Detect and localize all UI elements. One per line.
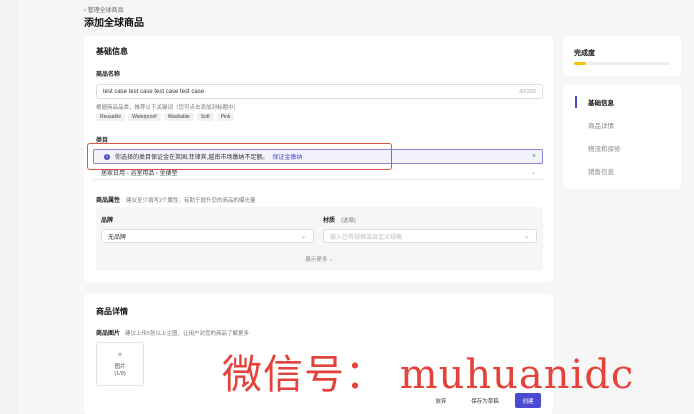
brand-value: 无品牌: [108, 234, 127, 241]
deposit-link[interactable]: 保证金缴纳: [272, 152, 302, 161]
material-optional: (选填): [341, 218, 356, 224]
material-select[interactable]: 输入已有规格或自定义规格 ⌄: [323, 229, 537, 243]
category-value: 居家日用 - 浴室用品 - 坐便垫: [101, 170, 178, 177]
keyword-tag[interactable]: Reusable: [96, 113, 126, 121]
info-icon: i: [104, 153, 110, 160]
plus-icon: +: [117, 350, 123, 361]
product-images-hint: 建议上传5张以上主图，让用户对您的商品了解更多: [125, 331, 250, 337]
product-detail-title: 商品详情: [96, 307, 128, 316]
chevron-down-icon: ⌄: [523, 233, 529, 240]
show-more-button[interactable]: 展示更多 ⌄: [96, 255, 543, 263]
product-name-value: test case test case test case test case: [103, 88, 205, 95]
basic-info-title: 基础信息: [96, 47, 128, 56]
breadcrumb[interactable]: ‹ 管理全球商品: [84, 5, 124, 14]
completion-progress: [574, 62, 670, 65]
completion-title: 完成度: [574, 50, 595, 57]
attributes-hint: 建议至少填写2个属性，有助于提升您的商品的曝光量: [126, 198, 256, 204]
close-icon[interactable]: ×: [532, 153, 536, 160]
category-label: 类目: [96, 138, 109, 144]
attributes-panel: 品牌 无品牌 ⌄ 材质 (选填) 输入已有规格或自定义规格 ⌄ 展示更多 ⌄: [96, 207, 543, 271]
deposit-alert: i 你选择的类目保证金在英国,菲律宾,越南市场缴纳不足额。 保证金缴纳 ×: [93, 149, 543, 164]
product-name-input[interactable]: test case test case test case test case …: [96, 84, 543, 99]
nav-item-sales-info[interactable]: 销售信息: [588, 166, 614, 176]
brand-select[interactable]: 无品牌 ⌄: [101, 229, 314, 243]
section-nav-card: 基础信息 商品详情 物流和保修 销售信息: [563, 85, 681, 189]
keyword-tag[interactable]: Soft: [196, 113, 214, 121]
keyword-hint: 根据商品品类，推荐以下关键词（您可点击添加到标题中）: [96, 105, 240, 111]
material-placeholder: 输入已有规格或自定义规格: [330, 234, 403, 241]
nav-item-product-detail[interactable]: 商品详情: [588, 120, 614, 130]
keyword-tags: Reusable Waterproof Washable Soft Pink: [96, 113, 235, 121]
brand-label: 品牌: [101, 218, 114, 224]
upload-count: (1/9): [114, 371, 126, 377]
nav-active-indicator: [575, 96, 577, 108]
category-select[interactable]: 居家日用 - 浴室用品 - 坐便垫 ⌄: [93, 165, 543, 180]
material-label: 材质: [323, 218, 336, 224]
product-images-label: 商品图片: [96, 331, 121, 337]
watermark-text: 微信号： muhuanidc: [222, 352, 635, 398]
nav-item-basic-info[interactable]: 基础信息: [588, 97, 614, 107]
keyword-tag[interactable]: Washable: [163, 113, 194, 121]
alert-text: 你选择的类目保证金在英国,菲律宾,越南市场缴纳不足额。: [115, 155, 269, 161]
page-title: 添加全球商品: [84, 18, 144, 29]
completion-card: 完成度: [563, 36, 681, 76]
product-name-label: 商品名称: [96, 72, 121, 78]
attributes-label: 商品属性: [96, 198, 121, 204]
chevron-down-icon: ⌄: [300, 233, 306, 240]
completion-progress-fill: [574, 62, 586, 65]
nav-item-logistics[interactable]: 物流和保修: [588, 143, 621, 153]
image-upload-button[interactable]: + 图片 (1/9): [96, 342, 144, 386]
product-name-counter: 43/255: [519, 88, 536, 95]
keyword-tag[interactable]: Waterproof: [128, 113, 161, 121]
keyword-tag[interactable]: Pink: [216, 113, 235, 121]
upload-label: 图片: [114, 364, 126, 370]
chevron-down-icon: ⌄: [530, 169, 536, 176]
